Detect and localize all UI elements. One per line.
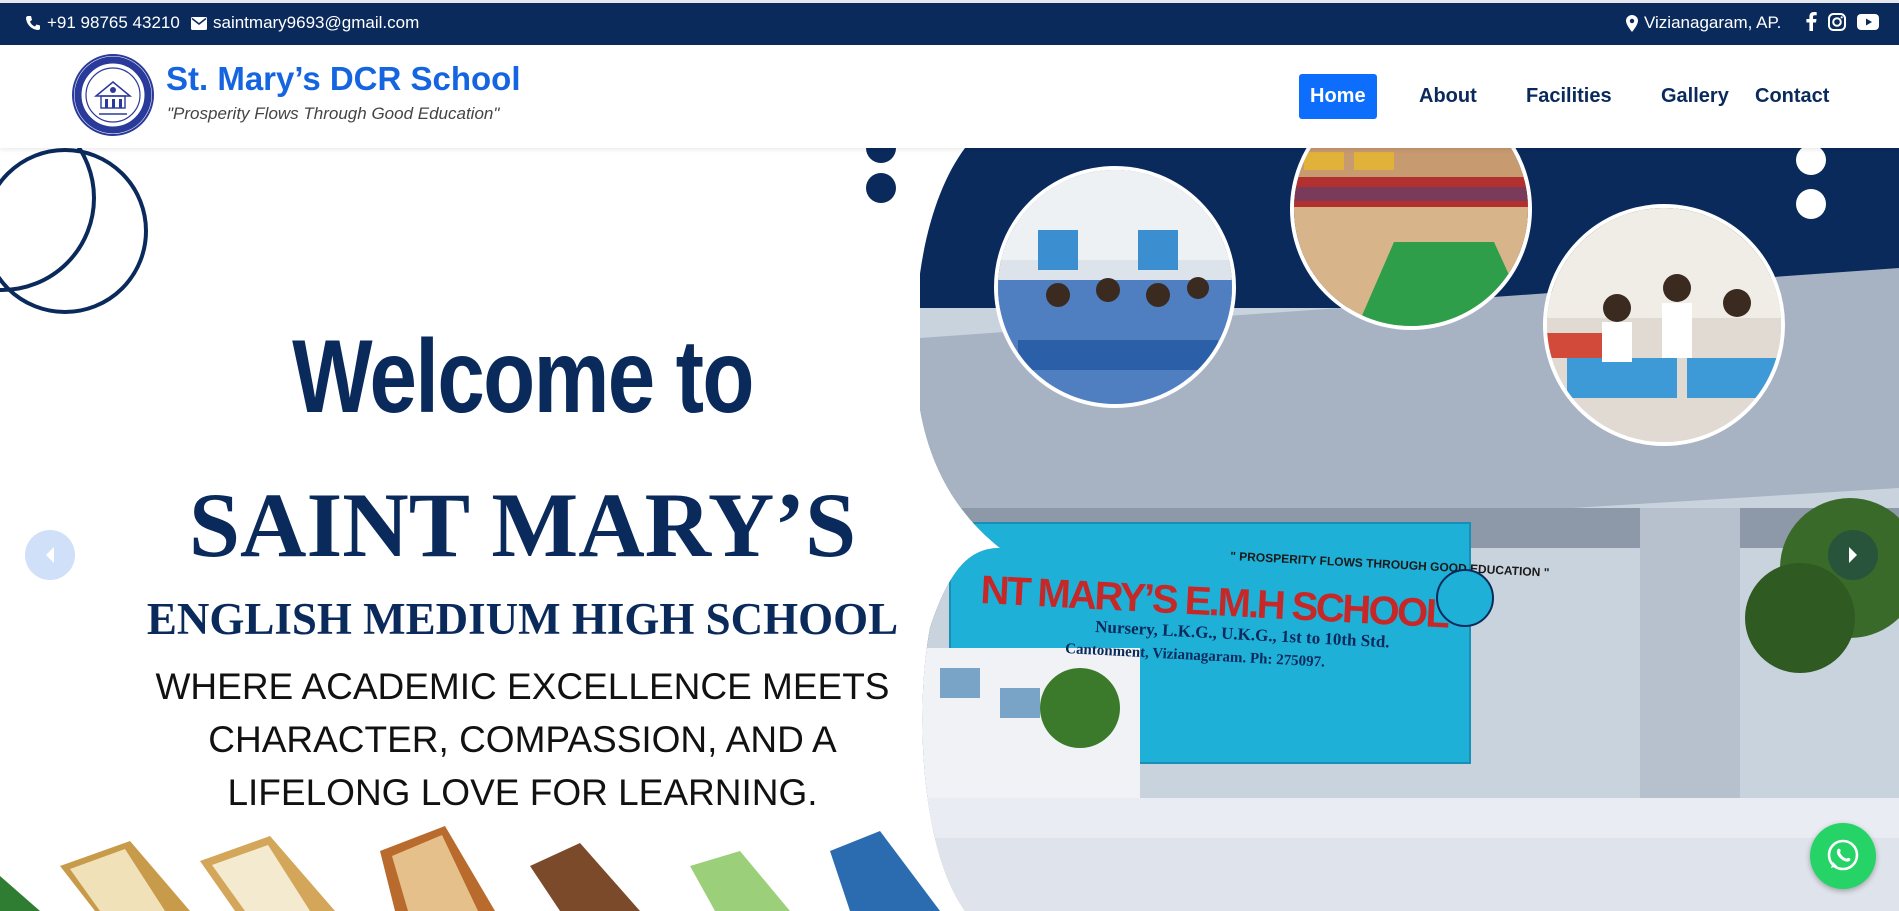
youtube-icon[interactable] (1857, 13, 1879, 30)
nav-facilities[interactable]: Facilities (1526, 74, 1612, 119)
mail-icon (191, 16, 207, 30)
brand-title[interactable]: St. Mary’s DCR School (166, 60, 521, 98)
location-text: Vizianagaram, AP. (1644, 13, 1782, 32)
location: Vizianagaram, AP. (1626, 13, 1781, 33)
chevron-right-icon (1849, 547, 1857, 563)
photo-classroom-2[interactable] (1543, 204, 1785, 446)
site-header: St. Mary’s DCR School "Prosperity Flows … (0, 45, 1899, 148)
hero-welcome: Welcome to (292, 319, 754, 435)
phone-contact[interactable]: +91 98765 43210 (25, 13, 180, 33)
phone-number: +91 98765 43210 (47, 13, 180, 32)
hero-tagline-line: CHARACTER, COMPASSION, AND A (208, 719, 837, 760)
nav-about[interactable]: About (1419, 74, 1477, 119)
hero-tagline: WHERE ACADEMIC EXCELLENCE MEETS CHARACTE… (140, 660, 905, 819)
navy-dots-decoration (866, 148, 896, 203)
hero-carousel: Welcome to SAINT MARY’S ENGLISH MEDIUM H… (0, 148, 1899, 911)
carousel-next-button[interactable] (1828, 530, 1878, 580)
brand-tagline: "Prosperity Flows Through Good Education… (167, 104, 500, 123)
nav-contact[interactable]: Contact (1755, 74, 1829, 119)
chevron-left-icon (46, 547, 54, 563)
nav-gallery[interactable]: Gallery (1661, 74, 1729, 119)
map-marker-icon (1626, 14, 1638, 32)
hero-school-name: SAINT MARY’S (188, 474, 857, 576)
email-contact[interactable]: saintmary9693@gmail.com (191, 13, 419, 33)
banner-crest (1436, 569, 1494, 627)
phone-icon (26, 16, 40, 30)
white-dot (1796, 189, 1826, 219)
hero-photo-area: " PROSPERITY FLOWS THROUGH GOOD EDUCATIO… (920, 148, 1899, 911)
crescent-decoration (0, 148, 148, 314)
email-address: saintmary9693@gmail.com (213, 13, 420, 32)
carousel-prev-button[interactable] (25, 530, 75, 580)
books-illustration (0, 826, 940, 911)
whatsapp-button[interactable] (1810, 823, 1876, 889)
hero-school-type: ENGLISH MEDIUM HIGH SCHOOL (146, 594, 899, 644)
hero-tagline-line: WHERE ACADEMIC EXCELLENCE MEETS (155, 666, 890, 707)
instagram-icon[interactable] (1828, 12, 1846, 31)
hero-tagline-line: LIFELONG LOVE FOR LEARNING. (227, 772, 818, 813)
facebook-icon[interactable] (1806, 12, 1817, 31)
photo-classroom-1[interactable] (994, 166, 1236, 408)
school-crest-logo[interactable] (72, 54, 154, 136)
hero-text: Welcome to SAINT MARY’S ENGLISH MEDIUM H… (140, 318, 905, 819)
nav-home[interactable]: Home (1299, 74, 1377, 119)
whatsapp-icon (1827, 839, 1859, 871)
social-links (1806, 12, 1879, 31)
top-bar: +91 98765 43210 saintmary9693@gmail.com … (0, 0, 1899, 45)
